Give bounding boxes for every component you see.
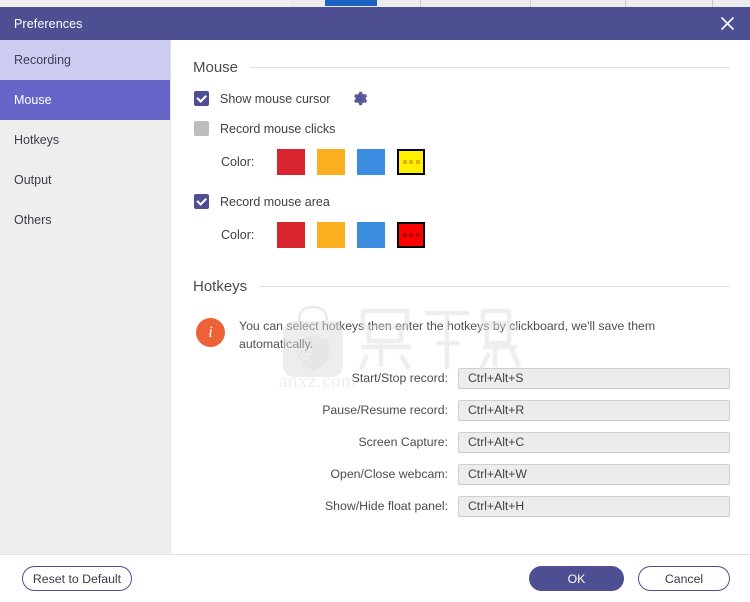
background-toolbar-separator <box>420 0 421 7</box>
background-toolbar-separator <box>530 0 531 7</box>
sidebar-item-label: Others <box>14 213 52 227</box>
swatch-dot <box>402 160 407 164</box>
sidebar-item-label: Mouse <box>14 93 52 107</box>
settings-content-pane: 安 anxz.com Mouse Show mouse cursor Recor… <box>171 40 750 554</box>
gear-icon <box>354 91 368 106</box>
dialog-titlebar: Preferences <box>0 7 750 40</box>
hotkey-label: Show/Hide float panel: <box>324 499 448 514</box>
close-button[interactable] <box>704 7 750 40</box>
hotkey-row-open-close-webcam: Open/Close webcam: Ctrl+Alt+W <box>193 463 730 485</box>
hotkey-input-show-hide-float-panel[interactable]: Ctrl+Alt+H <box>458 495 730 517</box>
record-mouse-area-row: Record mouse area <box>193 194 730 209</box>
cancel-button[interactable]: Cancel <box>638 566 730 591</box>
close-icon <box>720 16 734 31</box>
hotkey-row-screen-capture: Screen Capture: Ctrl+Alt+C <box>193 431 730 453</box>
area-color-label: Color: <box>221 228 255 242</box>
reset-to-default-button[interactable]: Reset to Default <box>22 566 132 591</box>
sidebar-item-label: Recording <box>14 53 71 67</box>
area-swatch-red[interactable] <box>277 222 305 248</box>
area-swatch-bright-red[interactable] <box>397 222 425 248</box>
clicks-swatch-orange[interactable] <box>317 149 345 175</box>
settings-sidebar: Recording Mouse Hotkeys Output Others <box>0 40 171 554</box>
sidebar-item-label: Hotkeys <box>14 133 60 147</box>
sidebar-item-hotkeys[interactable]: Hotkeys <box>0 120 170 160</box>
swatch-dot <box>415 233 420 237</box>
hotkeys-section-title: Hotkeys <box>193 278 248 295</box>
area-swatch-blue[interactable] <box>357 222 385 248</box>
background-toolbar-separator <box>712 0 713 7</box>
hotkey-label: Pause/Resume record: <box>322 403 448 418</box>
clicks-color-swatches <box>277 149 425 175</box>
record-mouse-area-checkbox[interactable] <box>194 194 209 209</box>
sidebar-item-others[interactable]: Others <box>0 200 170 240</box>
info-icon: i <box>196 318 225 347</box>
swatch-dot <box>409 160 413 164</box>
dialog-body: Recording Mouse Hotkeys Output Others 安 … <box>0 40 750 555</box>
area-color-swatches <box>277 222 425 248</box>
hotkey-label: Open/Close webcam: <box>330 467 448 482</box>
dialog-footer: Reset to Default OK Cancel <box>0 555 750 602</box>
swatch-dot <box>415 160 420 164</box>
hotkeys-info-note: i You can select hotkeys then enter the … <box>193 313 730 354</box>
section-divider <box>250 67 730 68</box>
record-mouse-clicks-checkbox[interactable] <box>194 121 209 136</box>
record-mouse-clicks-label: Record mouse clicks <box>220 121 336 136</box>
dialog-title: Preferences <box>14 16 83 31</box>
area-color-row: Color: <box>193 222 730 248</box>
record-mouse-area-label: Record mouse area <box>220 194 330 209</box>
hotkeys-info-text: You can select hotkeys then enter the ho… <box>239 319 656 351</box>
hotkey-label: Start/Stop record: <box>351 371 448 386</box>
ok-button[interactable]: OK <box>529 566 624 591</box>
background-toolbar-separator <box>625 0 626 7</box>
hotkey-input-screen-capture[interactable]: Ctrl+Alt+C <box>458 431 730 453</box>
clicks-color-row: Color: <box>193 149 730 175</box>
show-mouse-cursor-checkbox[interactable] <box>194 91 209 106</box>
preferences-dialog: Preferences Recording Mouse Hotkeys Outp… <box>0 7 750 602</box>
hotkeys-section-header: Hotkeys <box>193 278 730 295</box>
mouse-section-title: Mouse <box>193 59 239 76</box>
hotkey-input-start-stop-record[interactable]: Ctrl+Alt+S <box>458 367 730 389</box>
hotkey-label: Screen Capture: <box>358 435 448 450</box>
background-active-tab <box>325 0 377 6</box>
hotkey-row-show-hide-float-panel: Show/Hide float panel: Ctrl+Alt+H <box>193 495 730 517</box>
clicks-swatch-red[interactable] <box>277 149 305 175</box>
background-app-toolbar-sliver <box>0 0 750 7</box>
sidebar-item-recording[interactable]: Recording <box>0 40 170 80</box>
area-swatch-orange[interactable] <box>317 222 345 248</box>
sidebar-item-label: Output <box>14 173 52 187</box>
show-mouse-cursor-label: Show mouse cursor <box>220 91 331 106</box>
show-mouse-cursor-row: Show mouse cursor <box>193 90 730 107</box>
hotkey-row-pause-resume-record: Pause/Resume record: Ctrl+Alt+R <box>193 399 730 421</box>
hotkey-input-open-close-webcam[interactable]: Ctrl+Alt+W <box>458 463 730 485</box>
hotkey-input-pause-resume-record[interactable]: Ctrl+Alt+R <box>458 399 730 421</box>
swatch-dot <box>409 233 413 237</box>
swatch-dot <box>402 233 407 237</box>
hotkey-row-start-stop-record: Start/Stop record: Ctrl+Alt+S <box>193 367 730 389</box>
sidebar-item-mouse[interactable]: Mouse <box>0 80 170 120</box>
hotkeys-list: Start/Stop record: Ctrl+Alt+S Pause/Resu… <box>193 367 730 517</box>
cursor-settings-button[interactable] <box>351 90 368 107</box>
clicks-swatch-blue[interactable] <box>357 149 385 175</box>
mouse-section-header: Mouse <box>193 59 730 76</box>
section-divider <box>259 286 730 287</box>
clicks-color-label: Color: <box>221 155 255 169</box>
sidebar-item-output[interactable]: Output <box>0 160 170 200</box>
clicks-swatch-yellow[interactable] <box>397 149 425 175</box>
record-mouse-clicks-row: Record mouse clicks <box>193 121 730 136</box>
